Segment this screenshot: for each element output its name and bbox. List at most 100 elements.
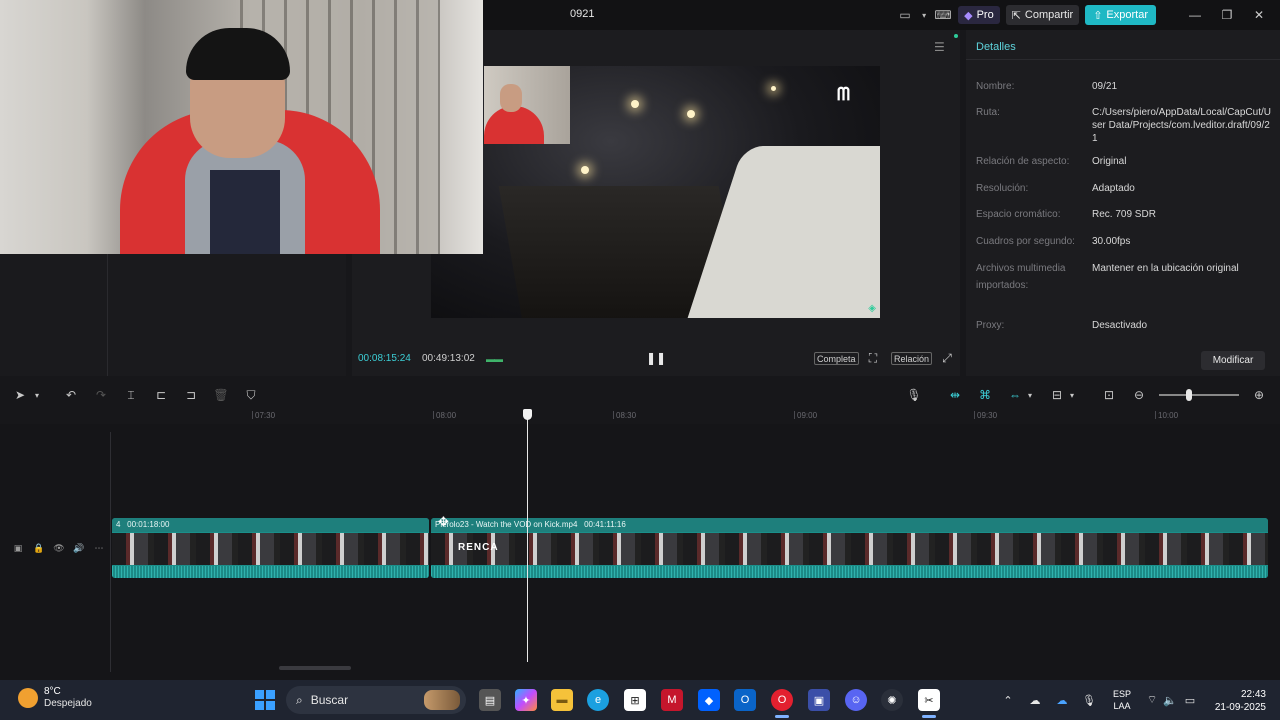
outlook-icon[interactable]: O: [734, 689, 756, 711]
delete-icon[interactable]: 🗑: [212, 386, 230, 404]
microsoft-store-icon[interactable]: ⊞: [624, 689, 646, 711]
modify-button[interactable]: Modificar: [1201, 351, 1265, 370]
restore-icon[interactable]: ❐: [1214, 5, 1240, 25]
dropbox-icon[interactable]: ◆: [698, 689, 720, 711]
clip-thumbnails: [431, 533, 1268, 565]
volume-icon[interactable]: 🔊: [72, 541, 86, 555]
onedrive-icon[interactable]: ☁: [1027, 692, 1043, 708]
detail-key: Resolución:: [976, 183, 1029, 194]
subtitle-icon[interactable]: ⊡: [1100, 386, 1118, 404]
more-icon[interactable]: ⋯: [92, 541, 106, 555]
zoom-in-icon[interactable]: ⊕: [1250, 386, 1268, 404]
playhead-handle[interactable]: [523, 409, 532, 420]
chevron-down-icon[interactable]: ▾: [920, 6, 928, 24]
weather-text: 8°C Despejado: [44, 686, 92, 710]
keyboard-icon[interactable]: ⌨: [934, 6, 952, 24]
share-icon: ⇱: [1011, 9, 1021, 22]
protonvpn-icon[interactable]: ▣: [808, 689, 830, 711]
detail-value: Desactivado: [1092, 320, 1148, 331]
layout-icon[interactable]: ▭: [896, 6, 914, 24]
search-label: Buscar: [310, 693, 349, 707]
horizontal-scrollbar[interactable]: [279, 666, 351, 670]
opera-icon[interactable]: O: [771, 689, 793, 711]
detail-key: Nombre:: [976, 81, 1015, 92]
close-icon[interactable]: ✕: [1246, 5, 1272, 25]
video-clip[interactable]: Pierolo23 - Watch the VOD on Kick.mp4 00…: [431, 518, 1268, 578]
taskbar-search[interactable]: ⌕ Buscar: [286, 686, 466, 714]
fullscreen-icon[interactable]: ⤢: [939, 350, 955, 366]
trim-left-icon[interactable]: ⊏: [152, 386, 170, 404]
chevron-down-icon[interactable]: ▾: [1024, 386, 1036, 404]
clip-name: Pierolo23 - Watch the VOD on Kick.mp4: [435, 520, 578, 529]
webcam-pip: [484, 66, 570, 144]
chevron-down-icon[interactable]: ▾: [1066, 386, 1078, 404]
microphone-icon[interactable]: 🎙: [905, 386, 923, 404]
snap-icon[interactable]: ⌘: [976, 386, 994, 404]
tab-details[interactable]: Detalles: [966, 34, 1280, 60]
temperature: 8°C: [44, 686, 61, 697]
time-ruler[interactable]: [112, 408, 1280, 422]
street-light: [771, 86, 776, 91]
pause-button[interactable]: ❚❚: [646, 351, 666, 365]
start-button[interactable]: [255, 690, 275, 710]
video-clip[interactable]: 4 00:01:18:00: [112, 518, 429, 578]
input-language[interactable]: ESP LAA: [1111, 688, 1133, 712]
microphone-icon[interactable]: 🎙: [1081, 692, 1097, 708]
pro-label: Pro: [976, 9, 994, 21]
file-explorer-icon[interactable]: ▬: [551, 689, 573, 711]
volume-icon[interactable]: 🔈: [1162, 692, 1178, 708]
ruler-tick: 07:30: [251, 411, 276, 420]
upload-icon: ⇧: [1093, 9, 1103, 22]
pro-button[interactable]: ◆ Pro: [958, 6, 1000, 24]
crop-icon[interactable]: ⛶: [865, 350, 881, 366]
clock-date: 21-09-2025: [1214, 702, 1266, 713]
task-view-icon[interactable]: ▤: [479, 689, 501, 711]
split-icon[interactable]: ⌶: [122, 386, 140, 404]
copilot-icon[interactable]: ✦: [515, 689, 537, 711]
zoom-out-icon[interactable]: ⊖: [1130, 386, 1148, 404]
eye-icon[interactable]: 👁: [52, 541, 66, 555]
magnet-link-icon[interactable]: ⇹: [946, 386, 964, 404]
lock-icon[interactable]: 🔒: [32, 541, 46, 555]
clip-header: Pierolo23 - Watch the VOD on Kick.mp4 00…: [431, 518, 1268, 532]
detail-value: 30.00fps: [1092, 236, 1131, 247]
tray-overflow-icon[interactable]: ⌃: [1000, 692, 1016, 708]
select-cursor-icon[interactable]: ➤: [11, 386, 29, 404]
video-preview[interactable]: ᗰ ◈: [431, 66, 880, 318]
trim-right-icon[interactable]: ⊐: [182, 386, 200, 404]
menu-icon[interactable]: ☰: [934, 40, 945, 54]
street-light: [581, 166, 589, 174]
full-quality-button[interactable]: Completa: [814, 352, 859, 365]
chatgpt-icon[interactable]: ✺: [881, 689, 903, 711]
ruler-tick: 08:00: [432, 411, 457, 420]
system-clock[interactable]: 22:43 21-09-2025: [1206, 688, 1266, 714]
edge-browser-icon[interactable]: e: [587, 689, 609, 711]
wifi-icon[interactable]: ⌔: [1144, 692, 1160, 708]
diamond-icon: ◆: [964, 9, 973, 22]
playhead-line[interactable]: [527, 410, 528, 662]
undo-icon[interactable]: ↶: [62, 386, 80, 404]
redo-icon[interactable]: ↷: [92, 386, 110, 404]
detail-key: Archivos multimedia importados:: [976, 263, 1066, 291]
preview-axis-icon[interactable]: ⊟: [1048, 386, 1066, 404]
track-cover-icon[interactable]: ▣: [11, 541, 25, 555]
share-button[interactable]: ⇱ Compartir: [1005, 5, 1080, 25]
zoom-slider-handle[interactable]: [1186, 389, 1192, 401]
detail-value: Original: [1092, 156, 1127, 167]
minimize-icon[interactable]: —: [1182, 5, 1208, 25]
battery-icon[interactable]: ▭: [1182, 692, 1198, 708]
weather-widget[interactable]: 8°C Despejado: [18, 686, 92, 710]
chevron-down-icon[interactable]: ▾: [31, 386, 43, 404]
weather-condition: Despejado: [44, 698, 92, 709]
zoom-slider[interactable]: [1159, 394, 1239, 396]
discord-icon[interactable]: ☺: [845, 689, 867, 711]
mcafee-icon[interactable]: M: [661, 689, 683, 711]
linkage-icon[interactable]: ⇔: [1006, 386, 1024, 404]
capcut-app-icon[interactable]: ✂: [918, 689, 940, 711]
export-button[interactable]: ⇧ Exportar: [1085, 5, 1156, 25]
detail-key: Espacio cromático:: [976, 209, 1061, 220]
aspect-ratio-button[interactable]: Relación: [891, 352, 933, 365]
shield-icon[interactable]: ⛉: [242, 386, 260, 404]
language-code: ESP: [1112, 689, 1131, 699]
onedrive-business-icon[interactable]: ☁: [1054, 692, 1070, 708]
